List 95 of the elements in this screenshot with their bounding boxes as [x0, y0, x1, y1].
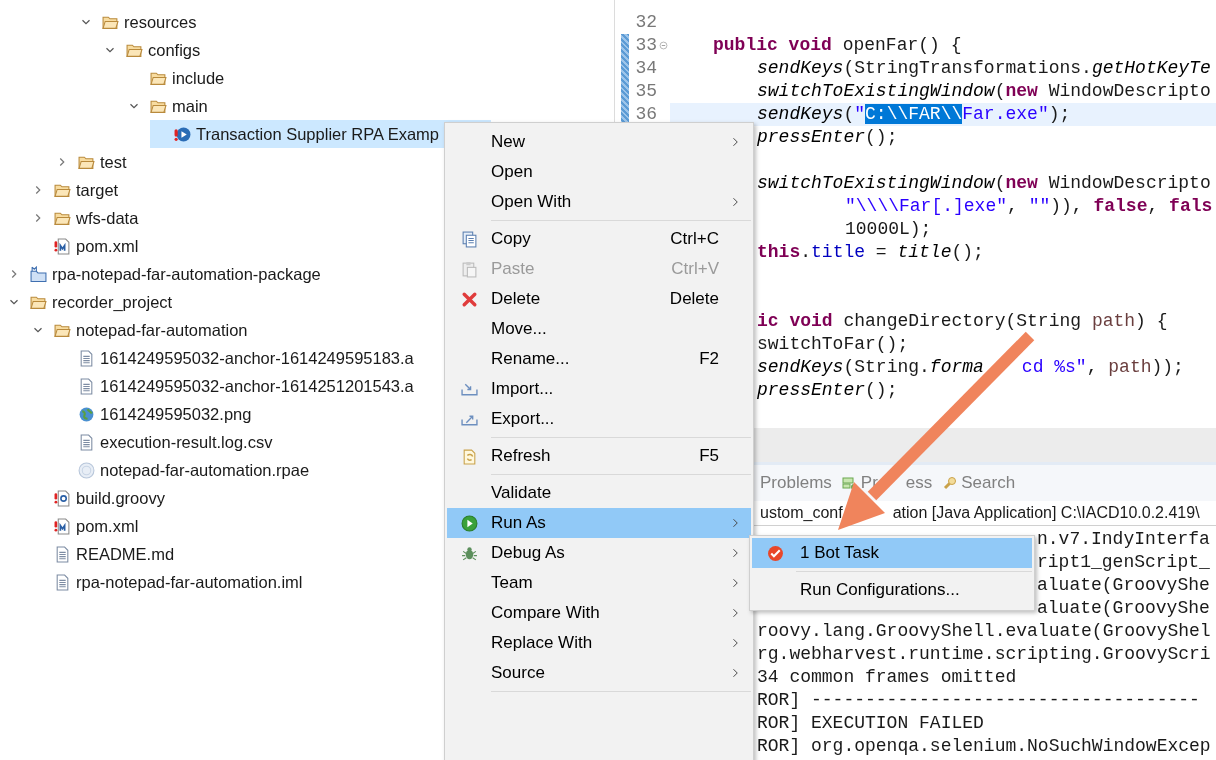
line-number: 36 — [634, 103, 657, 126]
tree-item[interactable]: target — [30, 176, 119, 204]
code-line: switchToFar(); — [757, 333, 909, 356]
menu-item[interactable]: Run Configurations... — [752, 575, 1032, 605]
file-icon — [78, 377, 95, 395]
delete-icon — [460, 290, 478, 308]
console-line: rg.webharvest.runtime.scripting.GroovyScri — [757, 643, 1211, 666]
file-icon — [54, 545, 71, 563]
menu-item[interactable]: 1 Bot Task — [752, 538, 1032, 568]
line-number: 33 — [634, 34, 657, 57]
file-icon — [78, 433, 95, 451]
code-line: pressEnter(); — [757, 379, 898, 402]
bot-file-icon — [174, 125, 191, 143]
menu-item[interactable]: Compare With — [447, 598, 751, 628]
console-line: ript1_genScript_ — [1037, 551, 1210, 574]
shortcut-text: Ctrl+V — [671, 259, 719, 279]
menu-item[interactable]: Run As — [447, 508, 751, 538]
console-line: ROR] EXECUTION FAILED — [757, 712, 984, 735]
tree-item[interactable]: include — [126, 64, 225, 92]
shortcut-text: Ctrl+C — [670, 229, 719, 249]
code-line: sendKeys(String.forma cd %s", path)); — [757, 356, 1184, 379]
tree-item[interactable]: test — [54, 148, 127, 176]
console-line: ROR] ------------------------------------ — [757, 689, 1200, 712]
tree-item[interactable]: recorder_project — [6, 288, 173, 316]
shortcut-text: F2 — [699, 349, 719, 369]
globe-icon — [78, 405, 95, 423]
tree-item[interactable]: resources — [78, 8, 197, 36]
tree-item[interactable]: notepad-far-automation.rpae — [54, 456, 310, 484]
line-number: 32 — [634, 11, 657, 34]
flashlight-icon — [942, 475, 959, 491]
menu-item[interactable]: Refresh F5 — [447, 441, 751, 471]
menu-item[interactable]: Export... — [447, 404, 751, 434]
menu-item[interactable]: Open — [447, 157, 751, 187]
line-number: 34 — [634, 57, 657, 80]
tree-item[interactable]: pom.xml — [30, 512, 139, 540]
menu-item[interactable]: Import... — [447, 374, 751, 404]
tree-item[interactable]: wfs-data — [30, 204, 139, 232]
panel-tab[interactable]: Problems — [760, 473, 832, 493]
menu-item[interactable]: Replace With — [447, 628, 751, 658]
code-line: sendKeys(StringTransformations.getHotKeyTe — [757, 57, 1211, 80]
code-line: "\\\\Far[.]exe", "")), false, fals — [845, 195, 1213, 218]
tree-item[interactable]: pom.xml — [30, 232, 139, 260]
tree-item[interactable]: configs — [102, 36, 201, 64]
code-line: pressEnter(); — [757, 126, 898, 149]
tree-item[interactable]: 1614249595032-anchor-1614251201543.a — [54, 372, 414, 400]
code-line: sendKeys("C:\\FAR\\Far.exe"); — [757, 103, 1071, 126]
shortcut-text: F5 — [699, 446, 719, 466]
menu-item[interactable]: Open With — [447, 187, 751, 217]
tree-item[interactable]: README.md — [30, 540, 175, 568]
console-line: aluate(GroovyShe — [1037, 574, 1210, 597]
project-folder-icon — [30, 265, 47, 283]
tree-item[interactable]: build.groovy — [30, 484, 165, 512]
disc-icon — [78, 461, 95, 479]
menu-item[interactable]: Delete Delete — [447, 284, 751, 314]
menu-item[interactable]: Source — [447, 658, 751, 688]
console-line: 34 common frames omitted — [757, 666, 1017, 689]
file-icon — [54, 573, 71, 591]
shortcut-text: Delete — [669, 289, 719, 309]
run-icon — [460, 514, 478, 532]
maven-file-icon — [54, 237, 71, 255]
console-title: ustom_conf — [760, 504, 843, 521]
tree-item[interactable]: 1614249595032.png — [54, 400, 252, 428]
code-line: switchToExistingWindow(new WindowDescripto — [757, 80, 1211, 103]
menu-item[interactable]: Rename... F2 — [447, 344, 751, 374]
copy-icon — [460, 230, 478, 248]
tree-item[interactable]: execution-result.log.csv — [54, 428, 273, 456]
menu-item[interactable]: Copy Ctrl+C — [447, 224, 751, 254]
paste-icon — [460, 260, 478, 278]
tree-item[interactable]: notepad-far-automation — [30, 316, 248, 344]
console-title: ation [Java Application] C:\IACD10.0.2.419\ — [892, 504, 1200, 521]
console-line: ROR] org.openqa.selenium.NoSuchWindowExcep — [757, 735, 1211, 758]
console-line: aluate(GroovyShe — [1037, 597, 1210, 620]
code-line: switchToExistingWindow(new WindowDescripto — [757, 172, 1211, 195]
code-line: this.title = title(); — [757, 241, 984, 264]
tree-item[interactable]: 1614249595032-anchor-1614249595183.a — [54, 344, 414, 372]
maven-file-icon — [54, 517, 71, 535]
line-number: 35 — [634, 80, 657, 103]
menu-item[interactable]: Debug As — [447, 538, 751, 568]
code-line: 10000L); — [845, 218, 932, 241]
panel-tab[interactable]: Pr ess — [841, 473, 933, 493]
console-line: roovy.lang.GroovyShell.evaluate(GroovyShel — [757, 620, 1211, 643]
groovy-file-icon — [54, 489, 71, 507]
tree-item[interactable]: rpa-notepad-far-automation-package — [6, 260, 321, 288]
check-circle-icon — [766, 544, 784, 562]
bug-icon — [460, 544, 478, 562]
tree-item[interactable]: rpa-notepad-far-automation.iml — [30, 568, 303, 596]
panel-tab[interactable]: Search — [942, 473, 1016, 493]
tree-item[interactable]: main — [126, 92, 208, 120]
menu-item[interactable]: Team — [447, 568, 751, 598]
console-line: n.v7.IndyInterfa — [1037, 528, 1210, 551]
code-line: ic void changeDirectory(String path) { — [757, 310, 1168, 333]
file-icon — [78, 349, 95, 367]
menu-item[interactable]: Validate — [447, 478, 751, 508]
menu-item[interactable]: Move... — [447, 314, 751, 344]
code-line: public void openFar() { — [713, 34, 962, 57]
